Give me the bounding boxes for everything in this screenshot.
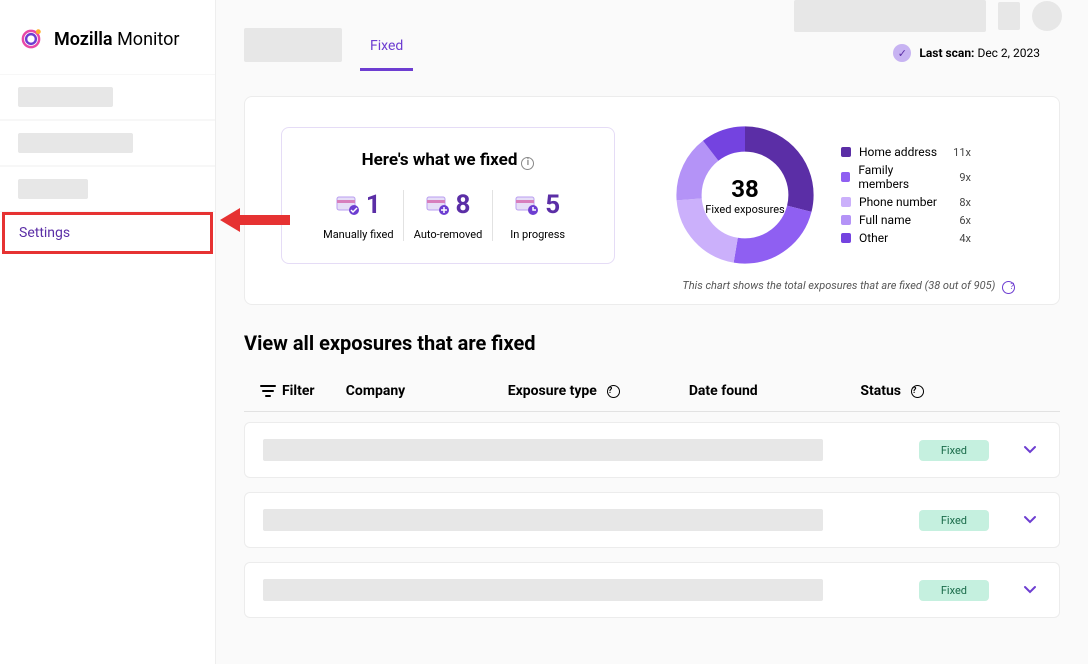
stat-auto-removed: 8 Auto-removed: [404, 190, 494, 241]
exposure-row[interactable]: Fixed: [244, 562, 1060, 618]
info-icon[interactable]: ?: [1002, 281, 1015, 294]
sidebar-item[interactable]: [0, 74, 215, 120]
stat-manually-fixed: 1 Manually fixed: [314, 190, 404, 241]
status-badge: Fixed: [919, 580, 989, 601]
info-icon[interactable]: ?: [607, 385, 620, 398]
table-header: Filter Company Exposure type ? Date foun…: [244, 373, 1060, 412]
legend-item: Phone number8x: [841, 195, 971, 209]
th-status: Status ?: [860, 383, 924, 399]
filter-button[interactable]: Filter: [260, 383, 346, 399]
main-content: Fixed ✓ Last scan: Dec 2, 2023 Here's wh…: [216, 0, 1088, 664]
shield-check-icon: ✓: [893, 44, 911, 62]
legend-item: Full name6x: [841, 213, 971, 227]
exposures-chart: 38 Fixed exposures Home address11x Famil…: [675, 125, 971, 265]
stat-in-progress: 5 In progress: [493, 190, 582, 241]
legend-item: Home address11x: [841, 145, 971, 159]
info-icon[interactable]: i: [521, 157, 534, 170]
brand-logo[interactable]: Mozilla Monitor: [0, 12, 215, 74]
legend-item: Other4x: [841, 231, 971, 245]
chevron-down-icon[interactable]: [1023, 585, 1037, 595]
chevron-down-icon[interactable]: [1023, 515, 1037, 525]
exposure-row[interactable]: Fixed: [244, 422, 1060, 478]
placeholder: [263, 509, 823, 531]
fixed-summary-title: Here's what we fixedi: [314, 150, 582, 170]
swatch-icon: [841, 147, 851, 157]
th-date-found: Date found: [689, 383, 861, 399]
placeholder: [263, 579, 823, 601]
sidebar-item[interactable]: [0, 166, 215, 212]
card-plus-icon: [426, 195, 450, 215]
placeholder: [18, 87, 113, 107]
donut-total: 38: [731, 175, 759, 203]
annotation-arrow-icon: [220, 206, 290, 234]
swatch-icon: [841, 172, 850, 182]
chart-caption: This chart shows the total exposures tha…: [281, 279, 1015, 294]
tab-placeholder[interactable]: [244, 28, 342, 62]
th-company: Company: [346, 383, 508, 399]
monitor-logo-icon: [18, 26, 44, 52]
swatch-icon: [841, 197, 851, 207]
legend-item: Family members9x: [841, 163, 971, 191]
exposure-row[interactable]: Fixed: [244, 492, 1060, 548]
summary-panel: Here's what we fixedi 1 Manually fixed: [244, 96, 1060, 305]
card-check-icon: [336, 195, 360, 215]
th-exposure-type: Exposure type ?: [508, 383, 689, 399]
tab-fixed[interactable]: Fixed: [360, 26, 413, 71]
status-badge: Fixed: [919, 440, 989, 461]
sidebar-item[interactable]: [0, 120, 215, 166]
swatch-icon: [841, 233, 851, 243]
sidebar-item-settings[interactable]: Settings: [2, 212, 213, 254]
header-placeholder: [998, 2, 1020, 30]
exposures-list-title: View all exposures that are fixed: [244, 331, 1060, 355]
donut-label: Fixed exposures: [705, 203, 785, 216]
last-scan-info: ✓ Last scan: Dec 2, 2023: [893, 44, 1040, 62]
chart-legend: Home address11x Family members9x Phone n…: [841, 141, 971, 249]
filter-icon: [260, 385, 276, 397]
status-badge: Fixed: [919, 510, 989, 531]
placeholder: [18, 133, 133, 153]
info-icon[interactable]: ?: [911, 385, 924, 398]
sidebar: Mozilla Monitor Settings: [0, 0, 216, 664]
fixed-summary-box: Here's what we fixedi 1 Manually fixed: [281, 127, 615, 264]
placeholder: [263, 439, 823, 461]
swatch-icon: [841, 215, 851, 225]
card-clock-icon: [515, 195, 539, 215]
avatar[interactable]: [1032, 1, 1062, 31]
header-placeholder: [794, 0, 986, 32]
chevron-down-icon[interactable]: [1023, 445, 1037, 455]
brand-name: Mozilla Monitor: [54, 29, 179, 50]
top-bar: Fixed ✓ Last scan: Dec 2, 2023: [216, 0, 1088, 70]
placeholder: [18, 179, 88, 199]
